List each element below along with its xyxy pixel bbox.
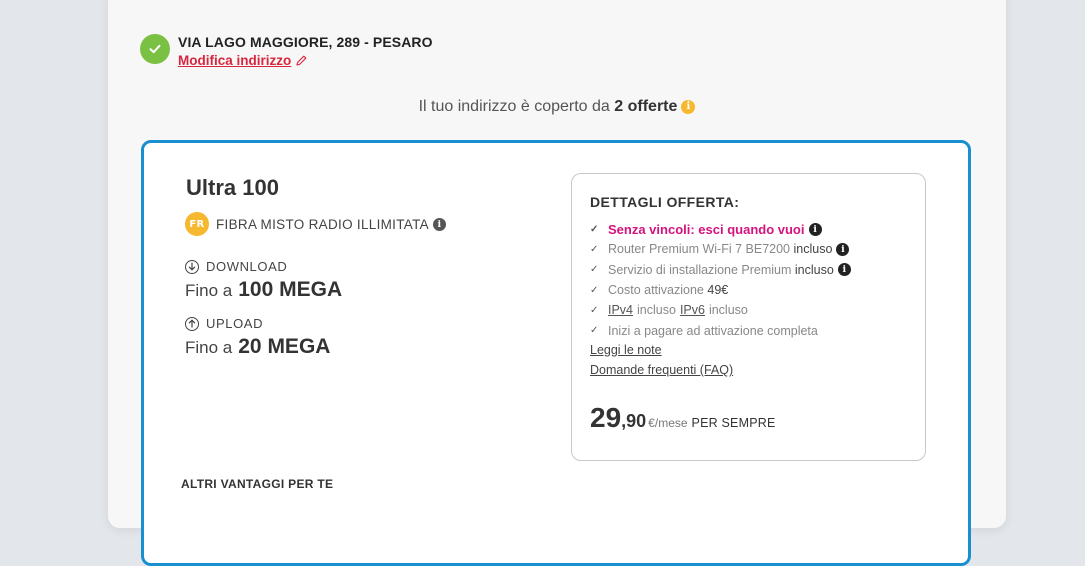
check-icon: [140, 34, 170, 64]
more-advantages-heading: ALTRI VANTAGGI PER TE: [181, 477, 334, 491]
technology-label: FIBRA MISTO RADIO ILLIMITATA: [216, 216, 429, 232]
ipv6-link[interactable]: IPv6: [680, 303, 705, 317]
check-icon: ✓: [590, 264, 599, 276]
check-icon: ✓: [590, 284, 599, 296]
price-integer: 29: [590, 402, 622, 433]
modify-address-label: Modifica indirizzo: [178, 53, 292, 68]
upload-prefix: Fino a: [185, 338, 233, 357]
check-icon: ✓: [590, 304, 599, 316]
faq-link[interactable]: Domande frequenti (FAQ): [590, 363, 733, 377]
download-block: DOWNLOAD Fino a 100 MEGA: [185, 259, 342, 302]
info-icon[interactable]: i: [836, 242, 850, 256]
check-icon: ✓: [590, 325, 599, 337]
feature-list: ✓ Senza vincoli: esci quando vuoi i ✓ Ro…: [590, 219, 851, 341]
download-prefix: Fino a: [185, 281, 233, 300]
plan-name: Ultra 100: [186, 175, 279, 200]
upload-label: UPLOAD: [206, 316, 264, 331]
address-row: VIA LAGO MAGGIORE, 289 - PESARO Modifica…: [140, 34, 433, 68]
offer-card[interactable]: Ultra 100 FR FIBRA MISTO RADIO ILLIMITAT…: [141, 140, 971, 566]
modify-address-link[interactable]: Modifica indirizzo: [178, 53, 433, 68]
info-icon[interactable]: i: [432, 217, 446, 231]
list-item: ✓ Servizio di installazione Premium incl…: [590, 260, 851, 280]
upload-block: UPLOAD Fino a 20 MEGA: [185, 316, 330, 359]
price-unit: €/mese: [648, 416, 688, 430]
technology-row: FR FIBRA MISTO RADIO ILLIMITATA i: [185, 212, 446, 236]
address-result-panel: VIA LAGO MAGGIORE, 289 - PESARO Modifica…: [108, 0, 1006, 566]
address-line: VIA LAGO MAGGIORE, 289 - PESARO: [178, 34, 433, 50]
list-item: ✓ Costo attivazione 49€: [590, 283, 729, 298]
info-icon[interactable]: i: [837, 263, 851, 277]
coverage-message: Il tuo indirizzo è coperto da 2 offerte i: [108, 98, 1006, 116]
download-speed: 100 MEGA: [238, 278, 343, 301]
list-item: ✓ Senza vincoli: esci quando vuoi i: [590, 219, 851, 239]
check-icon: ✓: [590, 243, 599, 255]
price: 29 ,90 €/mese PER SEMPRE: [590, 402, 776, 434]
check-icon: ✓: [590, 223, 599, 235]
download-arrow-icon: [185, 259, 199, 274]
info-icon[interactable]: i: [681, 99, 696, 114]
fr-technology-icon: FR: [185, 212, 209, 236]
ipv4-link[interactable]: IPv4: [608, 303, 633, 317]
upload-speed: 20 MEGA: [238, 335, 331, 358]
list-item: ✓ IPv4 incluso IPv6 incluso: [590, 303, 748, 318]
offer-count: 2 offerte: [614, 98, 678, 115]
pencil-icon: [296, 55, 307, 66]
list-item: ✓ Router Premium Wi-Fi 7 BE7200 incluso …: [590, 239, 851, 259]
price-forever: PER SEMPRE: [691, 416, 776, 430]
offer-details-box: DETTAGLI OFFERTA: ✓ Senza vincoli: esci …: [571, 173, 926, 461]
info-icon[interactable]: i: [808, 222, 822, 236]
coverage-prefix: Il tuo indirizzo è coperto da: [418, 98, 610, 115]
details-title: DETTAGLI OFFERTA:: [590, 194, 740, 210]
download-label: DOWNLOAD: [206, 259, 288, 274]
price-decimal: ,90: [621, 411, 647, 431]
upload-arrow-icon: [185, 316, 199, 331]
read-notes-link[interactable]: Leggi le note: [590, 343, 733, 357]
list-item: ✓ Inizi a pagare ad attivazione completa: [590, 323, 818, 338]
